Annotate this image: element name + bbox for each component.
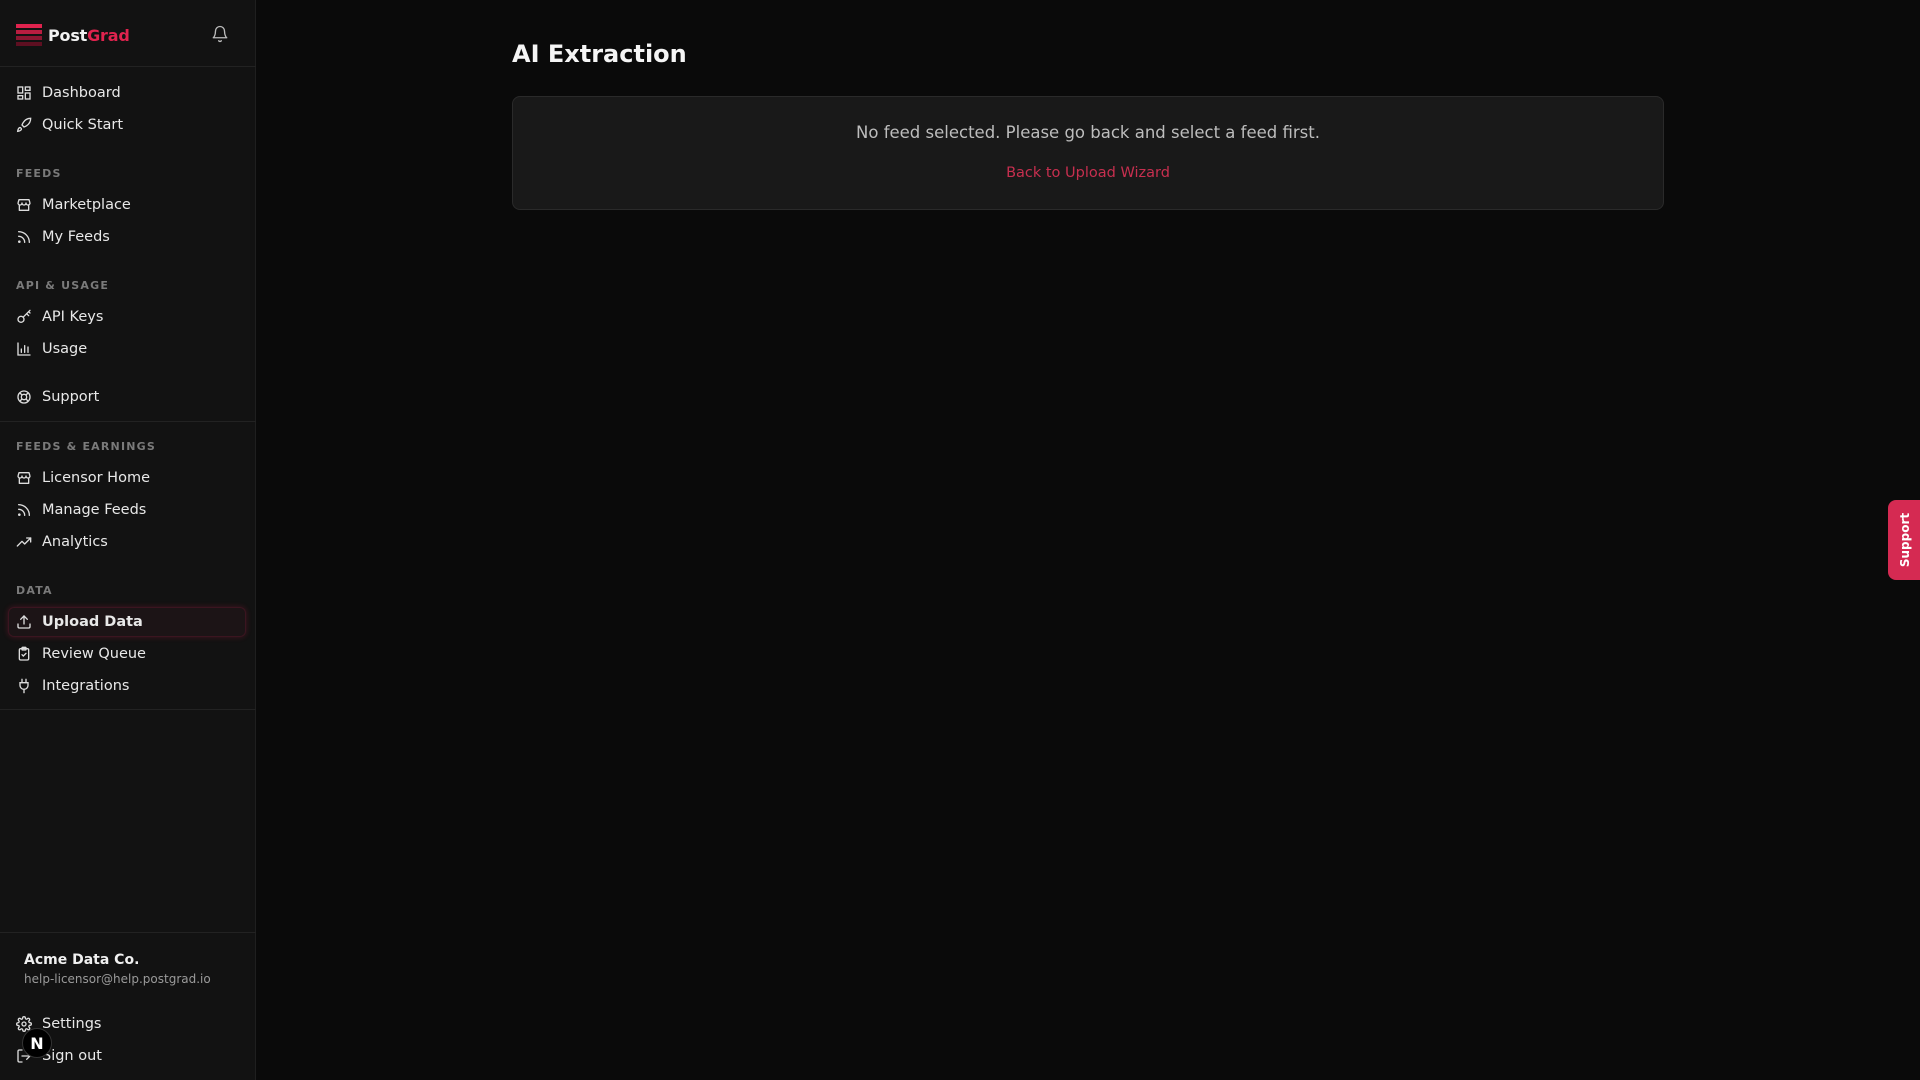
bar-chart-icon (17, 342, 31, 356)
sidebar-item-support[interactable]: Support (8, 382, 246, 412)
sidebar-item-label: Support (42, 389, 100, 405)
brand-logo-link[interactable]: PostGrad (16, 20, 130, 50)
section-label-feeds-earnings: FEEDS & EARNINGS (16, 440, 157, 453)
dev-tools-avatar[interactable]: N (22, 1028, 52, 1058)
clipboard-check-icon (18, 646, 30, 661)
notifications-button[interactable] (208, 22, 232, 46)
rss-icon (18, 504, 30, 516)
sidebar-item-manage-feeds[interactable]: Manage Feeds (8, 495, 246, 525)
key-icon (17, 309, 31, 323)
trending-up-icon (16, 537, 32, 547)
sidebar-item-label: Review Queue (42, 646, 146, 662)
sidebar-item-label: Licensor Home (42, 470, 151, 486)
sidebar-item-usage[interactable]: Usage (8, 334, 246, 364)
divider (0, 932, 256, 933)
dashboard-icon (17, 86, 31, 100)
sidebar-item-label: Usage (42, 341, 88, 357)
brand-name: PostGrad (48, 25, 130, 45)
account-name: Acme Data Co. (24, 952, 140, 968)
store-icon (17, 199, 31, 211)
sidebar-item-label: API Keys (42, 309, 104, 325)
account-email: help-licensor@help.postgrad.io (24, 972, 211, 986)
sidebar-item-marketplace[interactable]: Marketplace (8, 190, 246, 220)
plug-icon (19, 678, 29, 694)
store-icon (17, 472, 31, 484)
back-to-upload-wizard-link[interactable]: Back to Upload Wizard (513, 165, 1663, 181)
sidebar: PostGrad Dashboard Quick Start FEEDS Mar… (0, 0, 256, 1080)
sidebar-item-label: Upload Data (42, 614, 143, 630)
section-label-data: DATA (16, 584, 53, 597)
sidebar-item-label: Marketplace (42, 197, 131, 213)
bell-icon (212, 25, 228, 43)
upload-icon (17, 615, 31, 629)
sidebar-item-label: Manage Feeds (42, 502, 147, 518)
sidebar-item-label: Integrations (42, 678, 130, 694)
section-label-api-usage: API & USAGE (16, 279, 110, 292)
sidebar-item-upload-data[interactable]: Upload Data (8, 607, 246, 637)
section-label-feeds: FEEDS (16, 167, 62, 180)
sidebar-item-review-queue[interactable]: Review Queue (8, 639, 246, 669)
sidebar-item-label: Quick Start (42, 117, 124, 133)
lifebuoy-icon (17, 390, 31, 404)
divider (0, 421, 256, 422)
divider (0, 709, 256, 710)
page-title: AI Extraction (512, 40, 687, 68)
divider (0, 66, 256, 67)
app-root: PostGrad Dashboard Quick Start FEEDS Mar… (0, 0, 1920, 1080)
sidebar-item-label: Analytics (42, 534, 108, 550)
sidebar-item-api-keys[interactable]: API Keys (8, 302, 246, 332)
empty-state-card: No feed selected. Please go back and sel… (512, 96, 1664, 210)
sidebar-item-my-feeds[interactable]: My Feeds (8, 222, 246, 252)
sidebar-item-label: My Feeds (42, 229, 110, 245)
sidebar-item-label: Dashboard (42, 85, 121, 101)
sidebar-item-licensor-home[interactable]: Licensor Home (8, 463, 246, 493)
support-tab-button[interactable]: Support (1888, 500, 1920, 580)
support-tab-label: Support (1898, 512, 1913, 568)
sidebar-item-label: Sign out (42, 1048, 102, 1064)
sidebar-item-analytics[interactable]: Analytics (8, 527, 246, 557)
postgrad-logo-icon (16, 24, 42, 46)
sidebar-item-integrations[interactable]: Integrations (8, 671, 246, 701)
sidebar-item-dashboard[interactable]: Dashboard (8, 78, 246, 108)
rocket-icon (16, 117, 32, 133)
rss-icon (18, 231, 30, 243)
empty-state-message: No feed selected. Please go back and sel… (856, 123, 1320, 142)
sidebar-item-quick-start[interactable]: Quick Start (8, 110, 246, 140)
sidebar-item-label: Settings (42, 1016, 102, 1032)
